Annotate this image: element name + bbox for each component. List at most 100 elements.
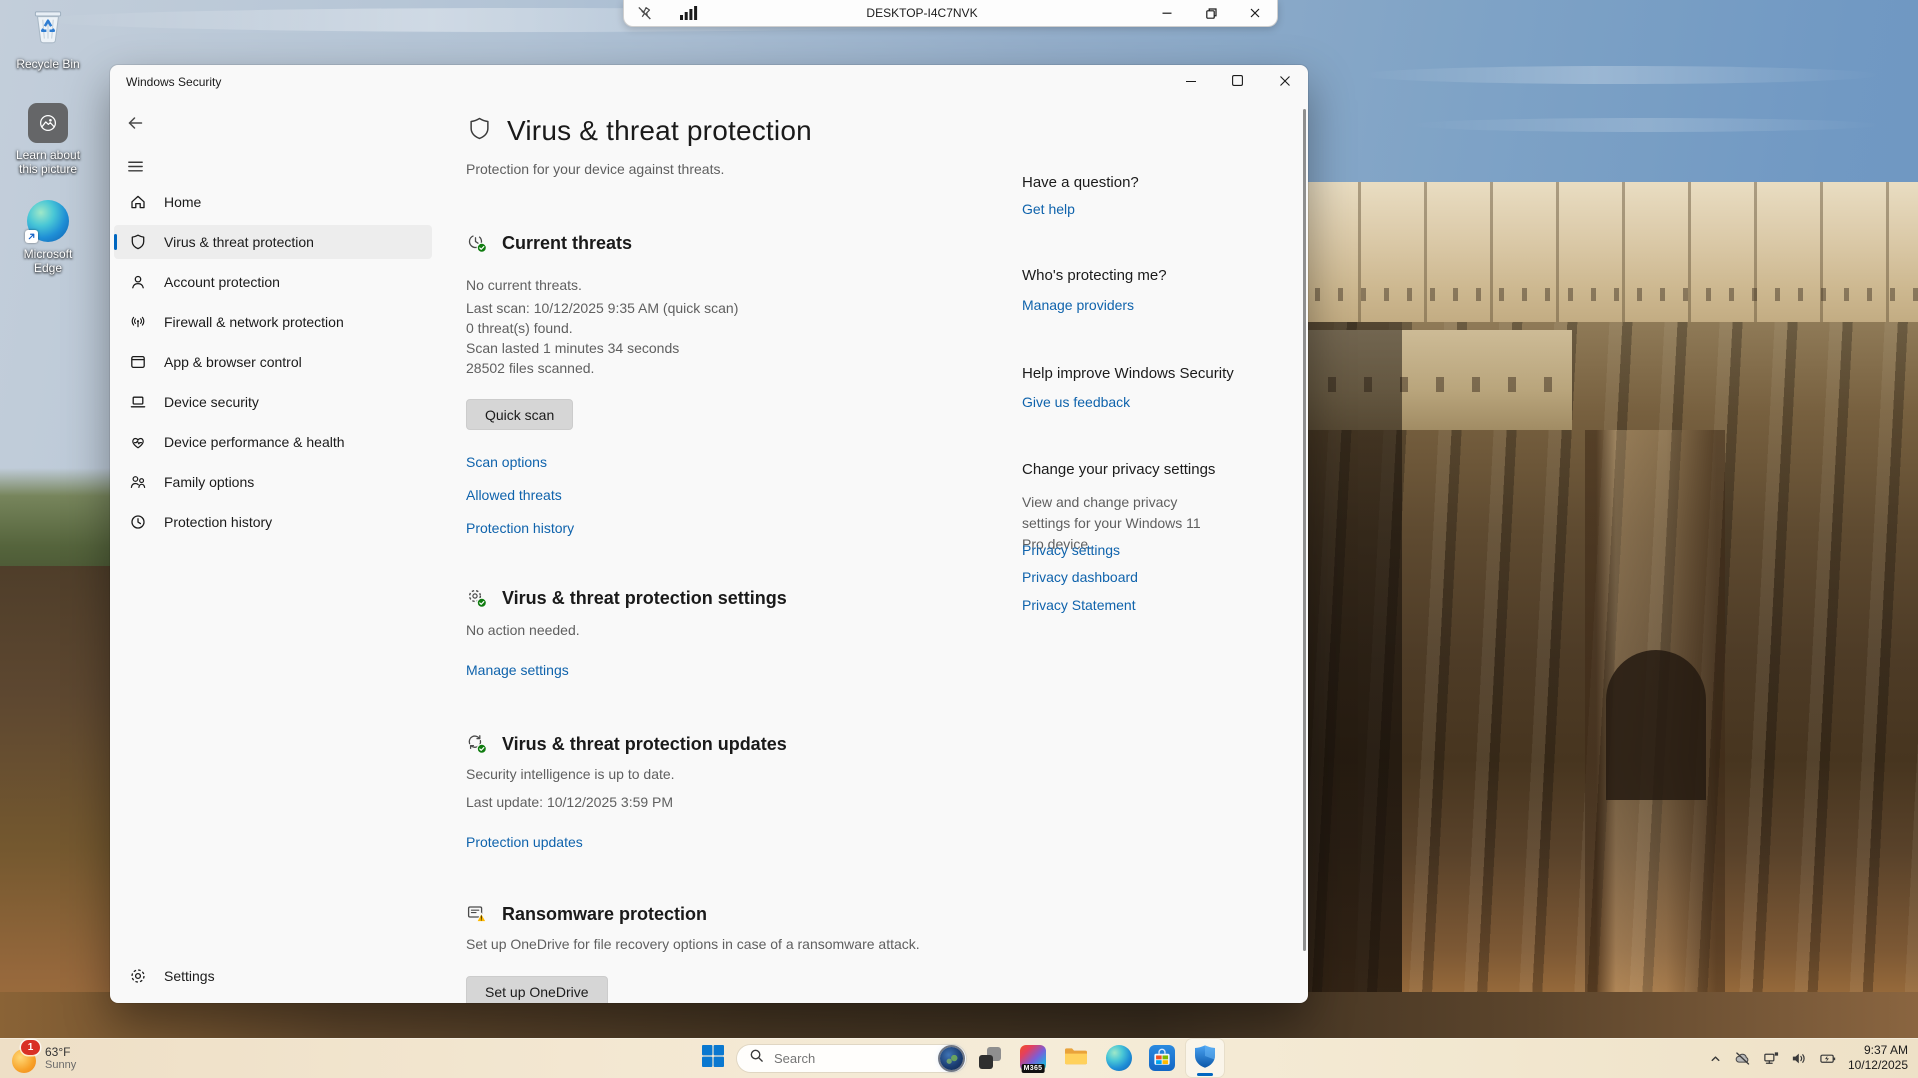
start-button[interactable] [694, 1039, 732, 1077]
last-scan-text: Last scan: 10/12/2025 9:35 AM (quick sca… [466, 300, 738, 316]
windows-security-window: Windows Security [110, 65, 1308, 1003]
vertical-scrollbar[interactable] [1303, 109, 1306, 951]
protection-updates-link[interactable]: Protection updates [466, 834, 583, 850]
aside-heading: Help improve Windows Security [1022, 365, 1234, 382]
manage-settings-link[interactable]: Manage settings [466, 662, 569, 678]
app-window-icon [128, 352, 148, 372]
sidebar-item-label: Family options [164, 474, 254, 490]
wallpaper-trees [0, 468, 116, 580]
clock-time: 9:37 AM [1848, 1043, 1908, 1058]
laptop-icon [128, 392, 148, 412]
onedrive-offline-icon[interactable] [1733, 1050, 1752, 1067]
sidebar-item-settings[interactable]: Settings [114, 959, 446, 993]
wallpaper-bridge-arch [1606, 650, 1706, 800]
weather-widget[interactable]: 1 63°F Sunny [12, 1038, 76, 1078]
desktop-icon-microsoft-edge[interactable]: Microsoft Edge [2, 200, 94, 275]
history-clock-icon [128, 512, 148, 532]
taskbar-item-edge[interactable] [1100, 1039, 1138, 1077]
taskbar-item-microsoft-store[interactable] [1143, 1039, 1181, 1077]
ethernet-network-icon[interactable] [1762, 1050, 1780, 1067]
protection-history-link[interactable]: Protection history [466, 520, 574, 536]
person-icon [128, 272, 148, 292]
pin-off-icon[interactable] [636, 5, 653, 22]
allowed-threats-link[interactable]: Allowed threats [466, 487, 562, 503]
navigation-menu-button[interactable] [122, 153, 148, 179]
refresh-check-icon [466, 733, 488, 755]
settings-status-text: No action needed. [466, 622, 580, 638]
section-title: Virus & threat protection settings [502, 588, 787, 609]
sunny-weather-icon: 1 [12, 1049, 36, 1073]
scan-duration-text: Scan lasted 1 minutes 34 seconds [466, 340, 679, 356]
gear-check-icon [466, 587, 488, 609]
sidebar-item-virus-threat-protection[interactable]: Virus & threat protection [114, 225, 432, 259]
vm-connection-bar: DESKTOP-I4C7NVK [623, 0, 1278, 27]
taskbar-item-windows-security-active[interactable] [1186, 1039, 1224, 1077]
sidebar-item-label: Account protection [164, 274, 280, 290]
give-feedback-link[interactable]: Give us feedback [1022, 394, 1130, 410]
maximize-button[interactable] [1214, 65, 1261, 96]
sidebar-item-label: Device security [164, 394, 259, 410]
sidebar-item-label: Protection history [164, 514, 272, 530]
section-title: Current threats [502, 233, 632, 254]
vm-machine-name: DESKTOP-I4C7NVK [699, 6, 1145, 20]
sidebar-item-protection-history[interactable]: Protection history [114, 505, 432, 539]
aside-heading: Have a question? [1022, 174, 1139, 191]
microsoft-store-icon [1149, 1045, 1175, 1071]
sidebar-item-firewall-network[interactable]: Firewall & network protection [114, 305, 432, 339]
current-threats-section-heading: Current threats [466, 228, 632, 258]
desktop-icon-learn-about-picture[interactable]: Learn about this picture [2, 103, 94, 176]
m365-copilot-icon: M365 [1020, 1045, 1046, 1071]
privacy-dashboard-link[interactable]: Privacy dashboard [1022, 569, 1138, 585]
vm-minimize-button[interactable] [1145, 0, 1189, 26]
manage-providers-link[interactable]: Manage providers [1022, 297, 1134, 313]
weather-temperature: 63°F [45, 1045, 76, 1059]
vm-restore-button[interactable] [1189, 0, 1233, 26]
sidebar-item-device-security[interactable]: Device security [114, 385, 432, 419]
task-view-button[interactable] [971, 1039, 1009, 1077]
sidebar-item-app-browser-control[interactable]: App & browser control [114, 345, 432, 379]
privacy-statement-link[interactable]: Privacy Statement [1022, 597, 1136, 613]
sidebar-item-label: Firewall & network protection [164, 314, 344, 330]
setup-onedrive-button[interactable]: Set up OneDrive [466, 976, 608, 1003]
search-highlight-globe-icon[interactable] [940, 1047, 963, 1070]
taskbar-item-file-explorer[interactable] [1057, 1039, 1095, 1077]
taskbar-clock[interactable]: 9:37 AM 10/12/2025 [1848, 1043, 1908, 1073]
taskbar-search-box[interactable] [737, 1045, 966, 1072]
intelligence-status-text: Security intelligence is up to date. [466, 766, 675, 782]
sidebar-item-account-protection[interactable]: Account protection [114, 265, 432, 299]
desktop-icon-label: Recycle Bin [16, 57, 79, 71]
get-help-link[interactable]: Get help [1022, 201, 1075, 217]
desktop-screen: Recycle Bin Learn about this picture Mic… [0, 0, 1918, 1078]
file-explorer-icon [1063, 1043, 1089, 1074]
taskbar-item-m365-copilot[interactable]: M365 [1014, 1039, 1052, 1077]
back-button[interactable] [122, 110, 148, 136]
edge-icon [1106, 1045, 1132, 1071]
page-title: Virus & threat protection [507, 115, 812, 147]
cloud [1360, 66, 1880, 84]
hidden-icons-chevron[interactable] [1708, 1051, 1723, 1066]
section-title: Ransomware protection [502, 904, 707, 925]
search-input[interactable] [772, 1050, 896, 1067]
quick-scan-button[interactable]: Quick scan [466, 399, 573, 430]
scan-options-link[interactable]: Scan options [466, 454, 547, 470]
speaker-volume-icon[interactable] [1790, 1050, 1808, 1067]
scan-status-icon [466, 232, 488, 254]
minimize-button[interactable] [1167, 65, 1214, 96]
system-tray: 9:37 AM 10/12/2025 [1708, 1038, 1908, 1078]
windows-logo-icon [701, 1044, 725, 1073]
desktop-icon-recycle-bin[interactable]: Recycle Bin [2, 5, 94, 71]
battery-charging-icon[interactable] [1818, 1050, 1838, 1067]
aside-heading: Change your privacy settings [1022, 461, 1215, 478]
page-subtitle: Protection for your device against threa… [466, 161, 724, 177]
privacy-settings-link[interactable]: Privacy settings [1022, 542, 1120, 558]
vm-close-button[interactable] [1233, 0, 1277, 26]
sidebar-item-family-options[interactable]: Family options [114, 465, 432, 499]
edge-icon [27, 200, 69, 242]
weather-condition: Sunny [45, 1059, 76, 1072]
close-button[interactable] [1261, 65, 1308, 96]
sidebar-item-home[interactable]: Home [114, 185, 432, 219]
section-title: Virus & threat protection updates [502, 734, 787, 755]
sidebar-nav: Home Virus & threat protection Account p… [114, 185, 432, 545]
sidebar-item-device-performance[interactable]: Device performance & health [114, 425, 432, 459]
ransomware-section-heading: Ransomware protection [466, 899, 707, 929]
